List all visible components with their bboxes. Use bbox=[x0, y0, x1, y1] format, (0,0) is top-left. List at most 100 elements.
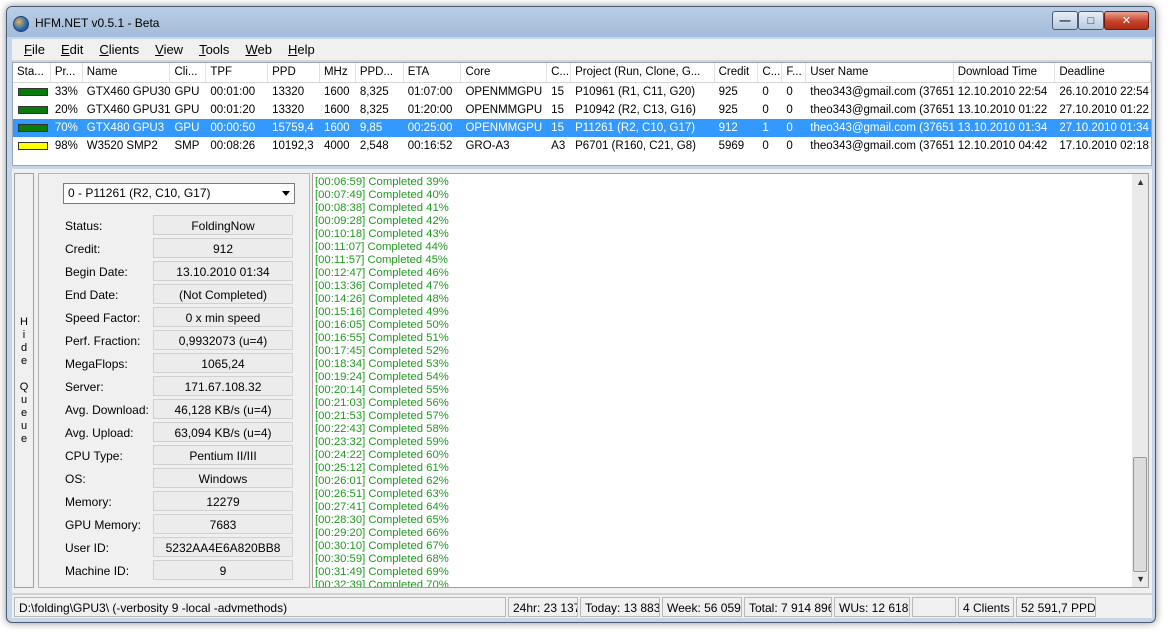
cell-status bbox=[13, 106, 51, 114]
table-row[interactable]: 70% GTX480 GPU3 GPU 00:00:50 15759,4 1600 9,85… bbox=[13, 119, 1151, 137]
cell-core: OPENMMGPU bbox=[465, 86, 543, 98]
log-line: [00:29:20] Completed 66% bbox=[315, 527, 449, 539]
queue-field-label: Status: bbox=[65, 219, 103, 233]
queue-field-value: 9 bbox=[153, 560, 293, 580]
queue-field-label: Avg. Upload: bbox=[65, 426, 134, 440]
maximize-button[interactable]: □ bbox=[1078, 11, 1104, 30]
table-row[interactable]: 20% GTX460 GPU31 GPU 00:01:20 13320 1600 8,325… bbox=[13, 101, 1151, 119]
chevron-down-icon bbox=[282, 191, 290, 196]
column-header-mhz[interactable]: MHz bbox=[320, 63, 356, 82]
minimize-button[interactable]: — bbox=[1052, 11, 1078, 30]
column-header-tpf[interactable]: TPF bbox=[206, 63, 269, 82]
cell-ppd: 13320 bbox=[272, 104, 305, 116]
log-line: [00:19:24] Completed 54% bbox=[315, 371, 449, 383]
menu-edit[interactable]: Edit bbox=[53, 42, 91, 57]
column-header-progress[interactable]: Pr... bbox=[51, 63, 83, 82]
log-line: [00:11:07] Completed 44% bbox=[315, 241, 448, 253]
menu-file[interactable]: File bbox=[16, 42, 53, 57]
column-header-ppd[interactable]: PPD bbox=[268, 63, 320, 82]
column-header-user[interactable]: User Name bbox=[806, 63, 954, 82]
queue-field-value: 171.67.108.32 bbox=[153, 376, 293, 396]
column-header-c[interactable]: C... bbox=[547, 63, 572, 82]
cell-deadline: 26.10.2010 22:54 bbox=[1059, 86, 1149, 98]
column-header-status[interactable]: Sta... bbox=[13, 63, 51, 82]
menu-tools[interactable]: Tools bbox=[191, 42, 237, 57]
cell-client: GPU bbox=[174, 104, 200, 116]
cell-core: GRO-A3 bbox=[465, 140, 510, 152]
cell-user: theo343@gmail.com (37651) bbox=[810, 104, 954, 116]
column-header-core[interactable]: Core bbox=[461, 63, 548, 82]
column-header-download[interactable]: Download Time bbox=[954, 63, 1056, 82]
cell-failed: 0 bbox=[786, 104, 793, 116]
queue-panel: 0 - P11261 (R2, C10, G17) Status: Folding… bbox=[38, 173, 310, 588]
cell-mhz: 4000 bbox=[323, 140, 350, 152]
scroll-up-icon[interactable]: ▲ bbox=[1136, 177, 1145, 187]
cell-progress: 33% bbox=[54, 86, 78, 98]
log-viewer[interactable]: [00:06:59] Completed 39% [00:07:49] Compl… bbox=[312, 173, 1149, 588]
status-indicator bbox=[18, 142, 48, 150]
table-row[interactable]: 33% GTX460 GPU30 GPU 00:01:00 13320 1600 8,325… bbox=[13, 83, 1151, 101]
column-header-client[interactable]: Cli... bbox=[170, 63, 207, 82]
queue-field: Begin Date: 13.10.2010 01:34 bbox=[63, 261, 299, 282]
table-header: Sta... Pr... Name Cli... TPF PPD MHz PPD... ETA C… bbox=[13, 63, 1151, 83]
queue-field: Perf. Fraction: 0,9932073 (u=4) bbox=[63, 330, 299, 351]
status-24hr: 24hr: 23 137 bbox=[508, 597, 578, 617]
log-line: [00:14:26] Completed 48% bbox=[315, 293, 449, 305]
log-scrollbar[interactable]: ▲ ▼ bbox=[1132, 174, 1148, 587]
column-header-deadline[interactable]: Deadline bbox=[1055, 63, 1151, 82]
log-line: [00:06:59] Completed 39% bbox=[315, 176, 449, 188]
queue-dropdown[interactable]: 0 - P11261 (R2, C10, G17) bbox=[63, 183, 295, 204]
column-header-ppdmhz[interactable]: PPD... bbox=[356, 63, 404, 82]
menu-help[interactable]: Help bbox=[280, 42, 323, 57]
log-line: [00:10:18] Completed 43% bbox=[315, 228, 449, 240]
menu-view[interactable]: View bbox=[147, 42, 191, 57]
close-button[interactable]: ✕ bbox=[1104, 11, 1149, 30]
cell-deadline: 17.10.2010 02:18 bbox=[1059, 140, 1149, 152]
log-line: [00:31:49] Completed 69% bbox=[315, 566, 449, 578]
column-header-completed[interactable]: C... bbox=[758, 63, 783, 82]
log-line: [00:09:28] Completed 42% bbox=[315, 215, 449, 227]
cell-tpf: 00:01:20 bbox=[210, 104, 256, 116]
queue-field-label: MegaFlops: bbox=[65, 357, 128, 371]
status-ppd: 52 591,7 PPD bbox=[1016, 597, 1096, 617]
queue-field: OS: Windows bbox=[63, 468, 299, 489]
log-line: [00:26:01] Completed 62% bbox=[315, 475, 449, 487]
status-path: D:\folding\GPU3\ (-verbosity 9 -local -a… bbox=[14, 597, 506, 617]
cell-client: GPU bbox=[174, 86, 200, 98]
column-header-project[interactable]: Project (Run, Clone, G... bbox=[571, 63, 715, 82]
queue-field-label: Credit: bbox=[65, 242, 101, 256]
title-bar[interactable]: HFM.NET v0.5.1 - Beta — □ ✕ bbox=[7, 7, 1155, 37]
menu-web[interactable]: Web bbox=[237, 42, 280, 57]
menu-clients[interactable]: Clients bbox=[91, 42, 147, 57]
table-row[interactable]: 98% W3520 SMP2 SMP 00:08:26 10192,3 4000 2,548… bbox=[13, 137, 1151, 155]
cell-project: P10942 (R2, C13, G16) bbox=[575, 104, 696, 116]
log-line: [00:24:22] Completed 60% bbox=[315, 449, 449, 461]
hide-queue-button[interactable]: Hide Queue bbox=[14, 173, 34, 588]
cell-status bbox=[13, 88, 51, 96]
queue-field-value: 0,9932073 (u=4) bbox=[153, 330, 293, 350]
log-line: [00:11:57] Completed 45% bbox=[315, 254, 448, 266]
log-line: [00:08:38] Completed 41% bbox=[315, 202, 449, 214]
log-line: [00:17:45] Completed 52% bbox=[315, 345, 449, 357]
column-header-eta[interactable]: ETA bbox=[404, 63, 462, 82]
queue-field: MegaFlops: 1065,24 bbox=[63, 353, 299, 374]
queue-field-value: (Not Completed) bbox=[153, 284, 293, 304]
column-header-name[interactable]: Name bbox=[83, 63, 171, 82]
column-header-credit[interactable]: Credit bbox=[715, 63, 759, 82]
queue-field-value: 63,094 KB/s (u=4) bbox=[153, 422, 293, 442]
lower-panel: Hide Queue 0 - P11261 (R2, C10, G17) Sta… bbox=[12, 169, 1152, 593]
status-total: Total: 7 914 896 bbox=[744, 597, 832, 617]
queue-field-value: 912 bbox=[153, 238, 293, 258]
log-line: [00:21:53] Completed 57% bbox=[315, 410, 449, 422]
log-line: [00:12:47] Completed 46% bbox=[315, 267, 449, 279]
queue-field-label: Perf. Fraction: bbox=[65, 334, 141, 348]
cell-c: A3 bbox=[551, 140, 566, 152]
app-globe-icon bbox=[13, 16, 29, 32]
scroll-down-icon[interactable]: ▼ bbox=[1136, 574, 1145, 584]
cell-completed: 0 bbox=[762, 104, 769, 116]
column-header-failed[interactable]: F... bbox=[782, 63, 807, 82]
queue-field: End Date: (Not Completed) bbox=[63, 284, 299, 305]
cell-ppd: 13320 bbox=[272, 86, 305, 98]
scroll-thumb[interactable] bbox=[1133, 457, 1147, 572]
resize-grip-icon[interactable] bbox=[1098, 597, 1148, 617]
